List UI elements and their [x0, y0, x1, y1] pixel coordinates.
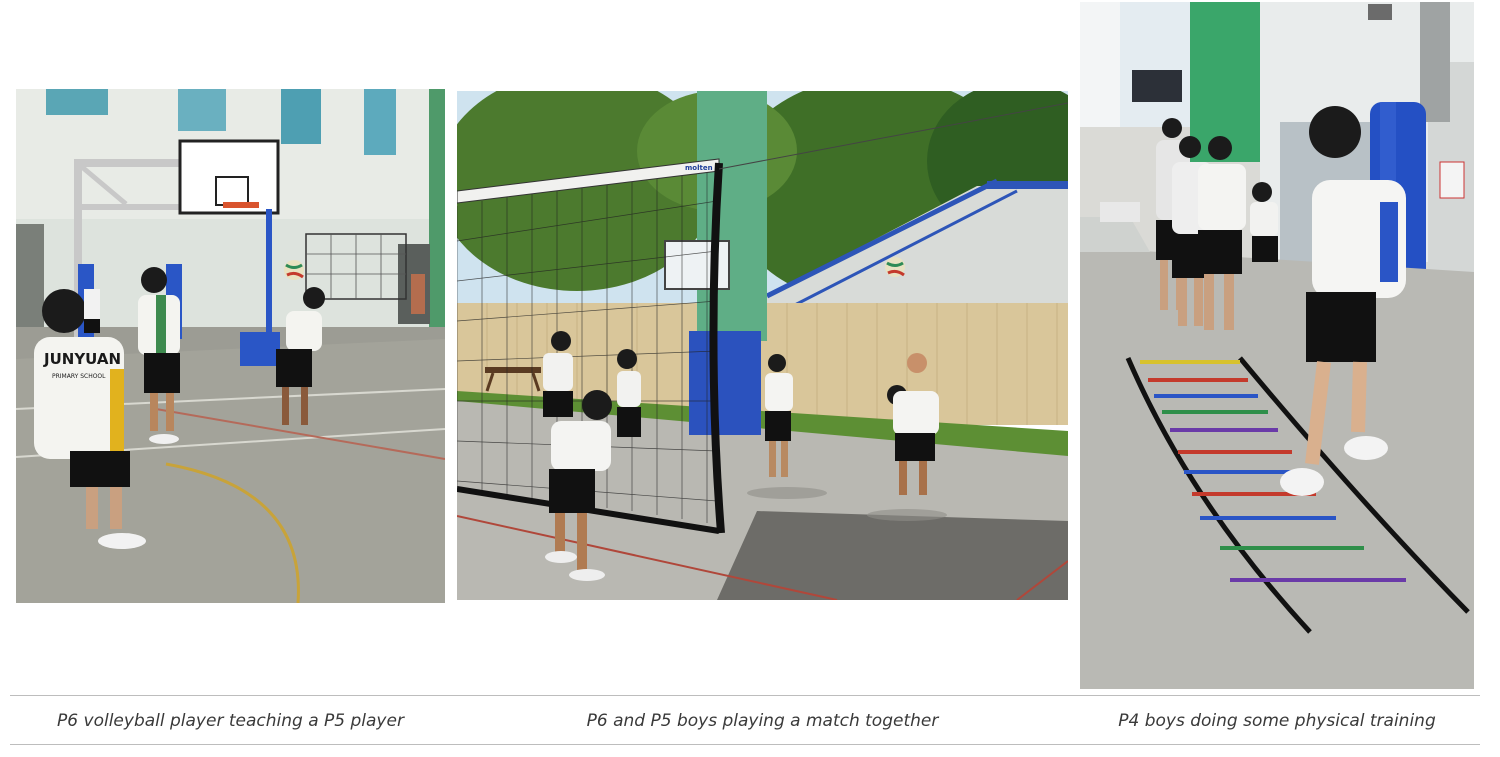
- photo-physical-training: [1080, 2, 1474, 689]
- caption-physical-training: P4 boys doing some physical training: [1118, 711, 1436, 731]
- jersey-subtext: PRIMARY SCHOOL: [52, 373, 106, 380]
- photo-volleyball-match: molten: [457, 91, 1068, 600]
- jersey-text: JUNYUAN: [43, 350, 121, 368]
- caption-divider-top: [10, 695, 1480, 696]
- caption-volleyball-match: P6 and P5 boys playing a match together: [586, 711, 939, 731]
- caption-volleyball-teaching: P6 volleyball player teaching a P5 playe…: [57, 711, 404, 731]
- caption-divider-bottom: [10, 744, 1480, 745]
- photo-volleyball-teaching: JUNYUAN PRIMARY SCHOOL: [16, 89, 445, 603]
- net-brand-label: molten: [685, 164, 713, 172]
